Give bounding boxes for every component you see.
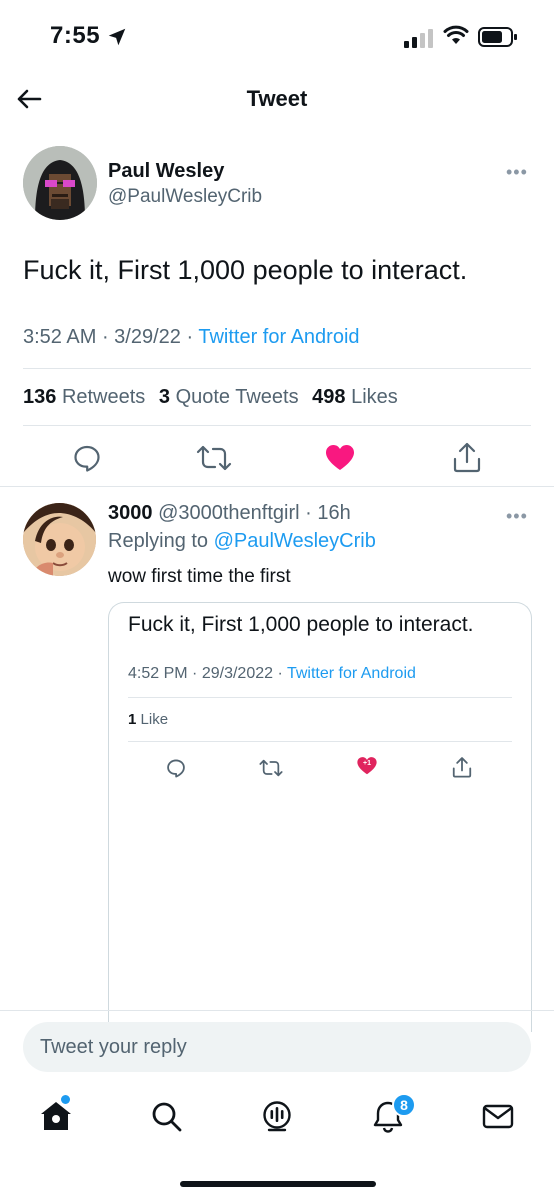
home-unread-dot bbox=[61, 1095, 70, 1104]
share-icon[interactable] bbox=[451, 440, 483, 474]
divider bbox=[128, 697, 512, 698]
tweet-text: Fuck it, First 1,000 people to interact. bbox=[23, 255, 468, 285]
reply-author-name[interactable]: 3000 bbox=[108, 502, 153, 524]
heart-plus-one: +1 bbox=[363, 760, 371, 767]
divider bbox=[0, 486, 554, 487]
retweets-label: Retweets bbox=[61, 386, 146, 408]
divider bbox=[0, 1010, 554, 1011]
quoted-likes-label: Like bbox=[140, 711, 169, 728]
likes-stat[interactable]: 498 Likes bbox=[312, 386, 398, 408]
replying-label: Replying to bbox=[108, 530, 209, 552]
author-name[interactable]: Paul Wesley bbox=[108, 160, 224, 183]
status-time: 7:55 bbox=[50, 22, 101, 49]
avatar[interactable] bbox=[23, 503, 96, 576]
quoted-tweet-source: Twitter for Android bbox=[286, 665, 416, 682]
divider bbox=[128, 741, 512, 742]
quoted-tweet-meta: 4:52 PM · 29/3/2022 · Twitter for Androi… bbox=[128, 665, 416, 682]
avatar[interactable] bbox=[23, 146, 97, 220]
divider bbox=[23, 368, 531, 369]
quoted-likes-count: 1 bbox=[128, 711, 137, 728]
reply-icon[interactable] bbox=[71, 442, 103, 474]
share-icon bbox=[452, 757, 472, 778]
messages-envelope-icon[interactable] bbox=[480, 1098, 516, 1134]
quote-tweets-stat[interactable]: 3 Quote Tweets bbox=[159, 386, 299, 408]
quoted-tweet-text: Fuck it, First 1,000 people to interact. bbox=[128, 613, 474, 636]
reply-input[interactable]: Tweet your reply bbox=[23, 1022, 531, 1072]
retweet-icon bbox=[259, 759, 283, 777]
reply-input-placeholder: Tweet your reply bbox=[40, 1036, 187, 1058]
top-nav: Tweet bbox=[0, 72, 554, 126]
cellular-signal-icon bbox=[404, 29, 433, 48]
reply-text: wow first time the first bbox=[108, 566, 291, 587]
retweet-icon[interactable] bbox=[196, 442, 232, 474]
tweet-actions bbox=[0, 440, 554, 476]
like-heart-icon: +1 bbox=[356, 755, 378, 777]
replying-mention-link[interactable]: @PaulWesleyCrib bbox=[214, 530, 376, 552]
wifi-icon bbox=[443, 25, 469, 44]
tweet-date: 3/29/22 bbox=[114, 326, 181, 348]
quote-count: 3 bbox=[158, 386, 170, 408]
bottom-tab-bar bbox=[0, 1090, 554, 1150]
status-bar: 7:55 bbox=[0, 0, 554, 72]
notifications-badge: 8 bbox=[392, 1093, 416, 1117]
like-heart-icon[interactable] bbox=[324, 442, 356, 474]
quoted-tweet-likes: 1 Like bbox=[128, 711, 168, 728]
tweet-time: 3:52 AM bbox=[23, 326, 97, 348]
replying-to: Replying to @PaulWesleyCrib bbox=[108, 530, 376, 553]
location-arrow-icon bbox=[108, 28, 126, 46]
reply-icon bbox=[167, 759, 185, 778]
retweets-count: 136 bbox=[23, 386, 57, 408]
quote-label: Quote Tweets bbox=[175, 386, 299, 408]
reply-header: 3000 @3000thenftgirl · 16h bbox=[108, 502, 351, 524]
quoted-tweet-card[interactable]: Fuck it, First 1,000 people to interact.… bbox=[108, 602, 532, 1032]
divider bbox=[23, 425, 531, 426]
author-handle[interactable]: @PaulWesleyCrib bbox=[108, 186, 262, 208]
likes-count: 498 bbox=[312, 386, 346, 408]
quoted-tweet-date: 29/3/2022 bbox=[201, 665, 274, 682]
home-indicator[interactable] bbox=[180, 1181, 376, 1187]
spaces-microphone-icon[interactable] bbox=[259, 1098, 295, 1134]
tweet-meta: 3:52 AM · 3/29/22 · Twitter for Android bbox=[23, 326, 360, 348]
quoted-tweet-time: 4:52 PM bbox=[128, 665, 188, 682]
page-title: Tweet bbox=[246, 86, 308, 111]
likes-label: Likes bbox=[351, 386, 398, 408]
more-options-icon[interactable]: ••• bbox=[506, 506, 528, 527]
search-explore-icon[interactable] bbox=[148, 1098, 184, 1134]
tweet-stats: 136 Retweets 3 Quote Tweets 498 Likes bbox=[23, 386, 406, 409]
home-icon[interactable] bbox=[38, 1098, 74, 1134]
tweet-source-link[interactable]: Twitter for Android bbox=[198, 326, 359, 348]
more-options-icon[interactable]: ••• bbox=[506, 162, 528, 183]
battery-icon bbox=[478, 27, 517, 47]
retweets-stat[interactable]: 136 Retweets bbox=[23, 386, 145, 408]
reply-age: 16h bbox=[317, 502, 351, 524]
reply-author-handle[interactable]: @3000thenftgirl bbox=[158, 502, 300, 524]
